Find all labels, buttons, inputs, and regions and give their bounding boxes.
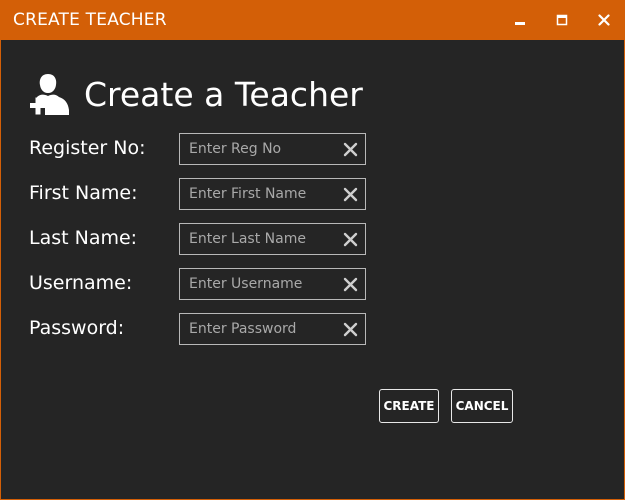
page-heading: Create a Teacher xyxy=(28,72,363,116)
page-title: Create a Teacher xyxy=(84,74,363,114)
username-field xyxy=(179,268,366,300)
first-name-input[interactable] xyxy=(180,179,339,209)
last-name-row: Last Name: xyxy=(29,223,369,255)
window-title: CREATE TEACHER xyxy=(13,10,167,30)
clear-icon[interactable] xyxy=(343,322,358,337)
register-no-field xyxy=(179,133,366,165)
maximize-icon xyxy=(556,14,568,26)
minimize-button[interactable] xyxy=(507,8,533,32)
register-no-row: Register No: xyxy=(29,133,369,165)
password-input[interactable] xyxy=(180,314,339,344)
first-name-field xyxy=(179,178,366,210)
clear-icon[interactable] xyxy=(343,277,358,292)
maximize-button[interactable] xyxy=(549,8,575,32)
clear-icon[interactable] xyxy=(343,142,358,157)
create-teacher-window: CREATE TEACHER Create a Teacher Register… xyxy=(0,0,625,500)
password-row: Password: xyxy=(29,313,369,345)
cancel-button[interactable]: CANCEL xyxy=(451,389,513,423)
first-name-label: First Name: xyxy=(29,182,138,204)
last-name-input[interactable] xyxy=(180,224,339,254)
password-field xyxy=(179,313,366,345)
username-row: Username: xyxy=(29,268,369,300)
username-input[interactable] xyxy=(180,269,339,299)
minimize-icon xyxy=(515,22,525,25)
username-label: Username: xyxy=(29,272,133,294)
last-name-label: Last Name: xyxy=(29,227,138,249)
title-bar[interactable]: CREATE TEACHER xyxy=(1,0,625,40)
clear-icon[interactable] xyxy=(343,187,358,202)
register-no-input[interactable] xyxy=(180,134,339,164)
last-name-field xyxy=(179,223,366,255)
register-no-label: Register No: xyxy=(29,137,146,159)
password-label: Password: xyxy=(29,317,125,339)
close-icon xyxy=(598,14,610,26)
create-button[interactable]: CREATE xyxy=(379,389,439,423)
close-button[interactable] xyxy=(591,8,617,32)
first-name-row: First Name: xyxy=(29,178,369,210)
clear-icon[interactable] xyxy=(343,232,358,247)
add-user-icon xyxy=(30,74,69,115)
